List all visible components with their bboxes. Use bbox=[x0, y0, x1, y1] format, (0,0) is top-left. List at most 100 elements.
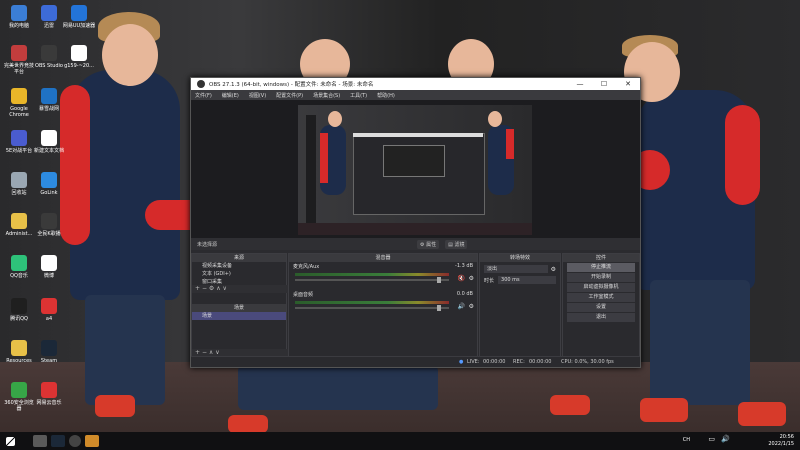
desktop-icon-label: g159-~20... bbox=[64, 63, 94, 69]
app-icon bbox=[11, 340, 27, 356]
steam-taskbar-icon[interactable] bbox=[51, 435, 65, 447]
menu-help[interactable]: 帮助(H) bbox=[377, 92, 395, 99]
add-icon[interactable]: + bbox=[195, 285, 200, 292]
app-icon[interactable] bbox=[85, 435, 99, 447]
desktop-icon[interactable]: g159-~20... bbox=[62, 45, 96, 69]
obs-menubar: 文件(F) 编辑(E) 视图(V) 配置文件(P) 场景集合(S) 工具(T) … bbox=[191, 90, 640, 100]
mixer-ch1-name: 麦克风/Aux bbox=[293, 264, 320, 270]
menu-view[interactable]: 视图(V) bbox=[249, 92, 266, 99]
gear-icon[interactable]: ⚙ bbox=[469, 303, 474, 310]
menu-profile[interactable]: 配置文件(P) bbox=[276, 92, 303, 99]
app-icon[interactable] bbox=[33, 435, 47, 447]
desktop-icon[interactable]: 暴雪战网 bbox=[32, 88, 66, 112]
obs-window-title: OBS 27.1.3 (64-bit, windows) - 配置文件: 未命名… bbox=[209, 82, 374, 88]
gear-icon[interactable]: ⚙ bbox=[551, 266, 556, 273]
obs-window[interactable]: OBS 27.1.3 (64-bit, windows) - 配置文件: 未命名… bbox=[190, 77, 641, 368]
app-icon bbox=[71, 5, 87, 21]
studio-mode-button[interactable]: 工作室模式 bbox=[567, 293, 635, 302]
desktop-icon-label: 360安全浏览器 bbox=[4, 400, 34, 412]
controls-dock-title: 控件 bbox=[563, 254, 639, 262]
rec-label: REC: bbox=[513, 359, 525, 365]
desktop-icon[interactable]: Google Chrome bbox=[2, 88, 36, 118]
desktop-icon[interactable]: QQ音乐 bbox=[2, 255, 36, 279]
desktop-icon-label: Administ... bbox=[5, 231, 33, 237]
up-icon[interactable]: ∧ bbox=[216, 285, 220, 292]
desktop-icon[interactable]: OBS Studio bbox=[32, 45, 66, 69]
app-icon bbox=[71, 45, 87, 61]
sources-dock-title: 来源 bbox=[192, 254, 286, 262]
add-icon[interactable]: + bbox=[195, 349, 200, 356]
desktop-icon[interactable]: Resources bbox=[2, 340, 36, 364]
desktop-icon[interactable]: a4 bbox=[32, 298, 66, 322]
transition-select[interactable]: 淡出 bbox=[484, 265, 548, 273]
desktop-icon[interactable]: 微博 bbox=[32, 255, 66, 279]
obs-preview[interactable] bbox=[191, 100, 640, 238]
duration-input[interactable]: 300 ms bbox=[498, 276, 556, 284]
start-virtual-camera-button[interactable]: 启动虚拟摄像机 bbox=[567, 283, 635, 292]
desktop-icon-label: 迅雷 bbox=[43, 23, 54, 29]
stop-streaming-button[interactable]: 停止推流 bbox=[567, 263, 635, 272]
menu-edit[interactable]: 编辑(E) bbox=[222, 92, 239, 99]
app-icon bbox=[41, 255, 57, 271]
mixer-ch1-slider[interactable] bbox=[295, 277, 449, 283]
desktop-icon-label: GoLink bbox=[40, 190, 58, 196]
filters-button[interactable]: ▤ 滤镜 bbox=[445, 239, 468, 249]
app-icon bbox=[11, 255, 27, 271]
volume-icon[interactable]: 🔊 bbox=[721, 435, 730, 443]
start-recording-button[interactable]: 开始录制 bbox=[567, 273, 635, 282]
mixer-dock-title: 混音器 bbox=[289, 254, 477, 262]
gear-icon[interactable]: ⚙ bbox=[209, 285, 214, 292]
menu-scene-collection[interactable]: 场景集合(S) bbox=[313, 92, 340, 99]
scene-item[interactable]: 场景 bbox=[192, 312, 286, 320]
desktop-icon[interactable]: 迅雷 bbox=[32, 5, 66, 29]
desktop-icon-label: 我的电脑 bbox=[8, 23, 29, 29]
desktop-icon[interactable]: GoLink bbox=[32, 172, 66, 196]
desktop-icon[interactable]: 网易UU加速器 bbox=[62, 5, 96, 29]
menu-file[interactable]: 文件(F) bbox=[195, 92, 212, 99]
desktop-icon[interactable]: 5E对战平台 bbox=[2, 130, 36, 154]
speaker-icon[interactable]: 🔊 bbox=[458, 303, 465, 310]
network-icon[interactable]: ▭ bbox=[708, 435, 715, 443]
clock[interactable]: 20:56 2022/1/15 bbox=[768, 434, 794, 448]
app-icon bbox=[11, 88, 27, 104]
app-icon bbox=[41, 45, 57, 61]
windows-start-icon[interactable] bbox=[6, 436, 15, 446]
mixer-ch2-meter bbox=[295, 301, 449, 304]
exit-button[interactable]: 退出 bbox=[567, 313, 635, 322]
desktop-icon[interactable]: Administ... bbox=[2, 213, 36, 237]
desktop-icon[interactable]: 腾讯QQ bbox=[2, 298, 36, 322]
properties-button[interactable]: ⚙ 属性 bbox=[417, 239, 440, 249]
speaker-muted-icon[interactable]: 🔇 bbox=[458, 275, 465, 282]
app-icon bbox=[41, 213, 57, 229]
source-item[interactable]: 视频采集设备 bbox=[192, 262, 286, 270]
preview-scene bbox=[298, 105, 532, 235]
desktop-icon[interactable]: 完美世界竞技平台 bbox=[2, 45, 36, 75]
desktop-icon-label: 腾讯QQ bbox=[10, 316, 28, 322]
desktop-icon[interactable]: 360安全浏览器 bbox=[2, 382, 36, 412]
language-indicator[interactable]: CH bbox=[683, 437, 690, 443]
up-icon[interactable]: ∧ bbox=[209, 349, 213, 356]
close-icon[interactable]: ✕ bbox=[616, 80, 640, 88]
obs-taskbar-icon[interactable] bbox=[69, 435, 81, 447]
remove-icon[interactable]: − bbox=[202, 349, 207, 356]
gear-icon[interactable]: ⚙ bbox=[469, 275, 474, 282]
menu-tools[interactable]: 工具(T) bbox=[350, 92, 367, 99]
down-icon[interactable]: ∨ bbox=[215, 349, 219, 356]
minimize-icon[interactable]: — bbox=[568, 80, 592, 88]
desktop-icon[interactable]: 我的电脑 bbox=[2, 5, 36, 29]
down-icon[interactable]: ∨ bbox=[223, 285, 227, 292]
desktop-icon[interactable]: 全民K歌播 bbox=[32, 213, 66, 237]
mixer-ch2-slider[interactable] bbox=[295, 305, 449, 311]
remove-icon[interactable]: − bbox=[202, 285, 207, 292]
desktop-icon-label: 网易云音乐 bbox=[36, 400, 62, 406]
settings-button[interactable]: 设置 bbox=[567, 303, 635, 312]
obs-titlebar[interactable]: OBS 27.1.3 (64-bit, windows) - 配置文件: 未命名… bbox=[191, 78, 640, 90]
desktop-icon[interactable]: 网易云音乐 bbox=[32, 382, 66, 406]
desktop-icon[interactable]: 新建文本文档 bbox=[32, 130, 66, 154]
app-icon bbox=[11, 45, 27, 61]
source-item[interactable]: 文本 (GDI+) bbox=[192, 270, 286, 278]
desktop-icon[interactable]: 回收站 bbox=[2, 172, 36, 196]
maximize-icon[interactable]: ☐ bbox=[592, 80, 616, 88]
desktop-icon[interactable]: Steam bbox=[32, 340, 66, 364]
scenes-dock-title: 场景 bbox=[192, 304, 286, 312]
